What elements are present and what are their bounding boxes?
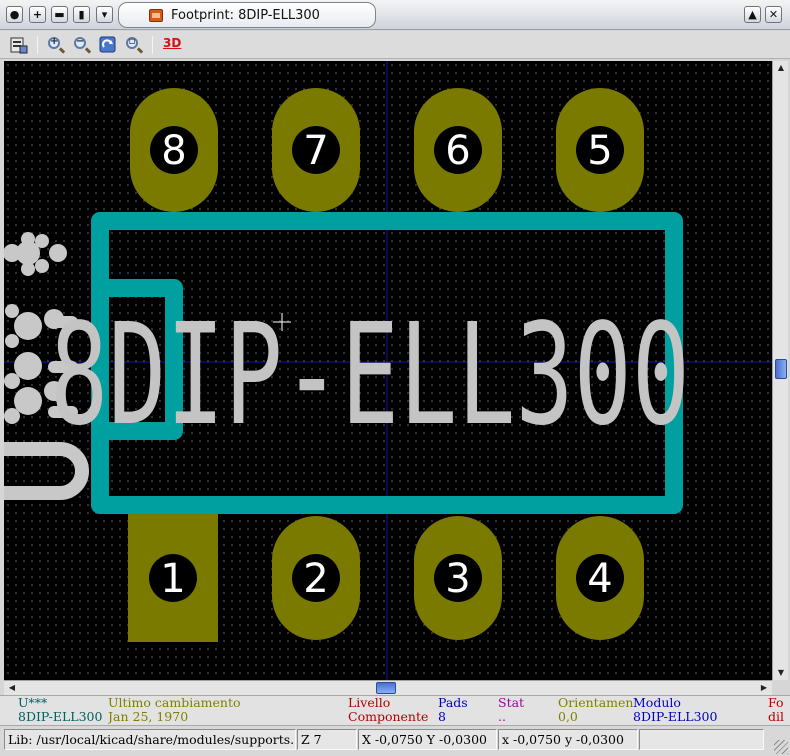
msg-layer-label: Livello xyxy=(348,696,391,710)
chevron-down-icon: ▾ xyxy=(101,8,108,21)
footprint-drawing: 8DIP-ELL300 8 7 6 5 1 2 3 4 xyxy=(4,61,772,680)
msg-module-value: 8DIP-ELL300 xyxy=(633,710,718,724)
zoom-out-button[interactable]: − xyxy=(72,35,91,54)
status-empty-field xyxy=(639,729,764,750)
toolbar: + − ▫ 3D xyxy=(0,31,790,59)
resize-grip-icon[interactable] xyxy=(774,740,788,754)
redraw-button[interactable] xyxy=(98,35,117,54)
window-menu-icon: ● xyxy=(9,8,20,21)
msg-reference-value: 8DIP-ELL300 xyxy=(18,710,103,724)
zoom-fit-button[interactable]: ▫ xyxy=(124,35,143,54)
pad-number-7: 7 xyxy=(303,128,328,174)
keep-above-icon: ▮ xyxy=(78,8,85,21)
keep-above-button[interactable]: ▮ xyxy=(73,6,90,23)
msg-last-change-label: Ultimo cambiamento xyxy=(108,696,241,710)
pad-number-1: 1 xyxy=(160,556,185,602)
status-relative-coords: x -0,0750 y -0,0300 xyxy=(498,729,638,750)
footprint-reference-text: 8DIP-ELL300 xyxy=(50,294,690,457)
pad-number-5: 5 xyxy=(587,128,612,174)
pad-number-2: 2 xyxy=(303,556,328,602)
status-absolute-coords: X -0,0750 Y -0,0300 xyxy=(358,729,497,750)
msg-reference-label: U*** xyxy=(18,696,48,710)
message-panel: U*** 8DIP-ELL300 Ultimo cambiamento Jan … xyxy=(0,695,790,725)
status-zoom: Z 7 xyxy=(297,729,357,750)
select-footprint-icon xyxy=(10,37,28,54)
msg-layer-value: Componente xyxy=(348,710,429,724)
close-button[interactable]: ✕ xyxy=(765,6,782,23)
msg-orientation-label: Orientamen xyxy=(558,696,633,710)
msg-orientation-value: 0,0 xyxy=(558,710,578,724)
shade-icon: ▬ xyxy=(54,8,65,21)
toolbar-separator xyxy=(152,36,153,54)
pads-bottom xyxy=(128,514,644,642)
msg-stat-label: Stat xyxy=(498,696,525,710)
plus-icon: + xyxy=(32,8,43,21)
msg-last-change-value: Jan 25, 1970 xyxy=(108,710,189,724)
close-icon: ✕ xyxy=(768,8,779,21)
msg-stat-value: .. xyxy=(498,710,506,724)
scroll-right-arrow-icon[interactable]: ▶ xyxy=(756,681,772,695)
zoom-fit-icon: ▫ xyxy=(126,36,138,49)
msg-pads-label: Pads xyxy=(438,696,468,710)
status-library-path: Lib: /usr/local/kicad/share/modules/supp… xyxy=(4,729,296,750)
redraw-icon xyxy=(99,36,116,53)
zoom-in-icon: + xyxy=(48,36,60,49)
toolbar-separator xyxy=(37,36,38,54)
scroll-left-arrow-icon[interactable]: ◀ xyxy=(4,681,20,695)
maximize-icon: ▲ xyxy=(748,8,757,21)
msg-pads-value: 8 xyxy=(438,710,446,724)
msg-module-label: Modulo xyxy=(633,696,681,710)
3d-view-button[interactable]: 3D xyxy=(163,36,182,55)
pad-number-4: 4 xyxy=(587,556,612,602)
vertical-scroll-thumb[interactable] xyxy=(775,359,787,379)
vertical-scrollbar[interactable]: ▲ ▼ xyxy=(772,61,788,680)
keep-below-button[interactable]: ▾ xyxy=(96,6,113,23)
shade-button[interactable]: ▬ xyxy=(51,6,68,23)
msg-footprint-value: dil xyxy=(768,710,784,724)
zoom-out-icon: − xyxy=(74,36,86,49)
horizontal-scrollbar[interactable]: ◀ ▶ xyxy=(4,680,772,695)
pad-number-3: 3 xyxy=(445,556,470,602)
scroll-up-arrow-icon[interactable]: ▲ xyxy=(773,61,789,75)
sticky-button[interactable]: + xyxy=(29,6,46,23)
footprint-canvas[interactable]: 8DIP-ELL300 8 7 6 5 1 2 3 4 xyxy=(4,61,772,680)
kicad-footprint-icon xyxy=(149,9,163,22)
window-title-tab[interactable]: Footprint: 8DIP-ELL300 xyxy=(118,2,376,28)
horizontal-scroll-thumb[interactable] xyxy=(376,682,396,694)
pad-number-8: 8 xyxy=(161,128,186,174)
msg-footprint-label: Fo xyxy=(768,696,784,710)
status-bar: Lib: /usr/local/kicad/share/modules/supp… xyxy=(0,725,790,756)
pad-number-6: 6 xyxy=(445,128,470,174)
window-menu-button[interactable]: ● xyxy=(6,6,23,23)
maximize-button[interactable]: ▲ xyxy=(744,6,761,23)
title-bar: ● + ▬ ▮ ▾ Footprint: 8DIP-ELL300 ▲ ✕ xyxy=(0,0,790,30)
select-footprint-button[interactable] xyxy=(9,35,28,54)
scroll-down-arrow-icon[interactable]: ▼ xyxy=(773,666,789,680)
zoom-in-button[interactable]: + xyxy=(46,35,65,54)
window-title: Footprint: 8DIP-ELL300 xyxy=(171,8,320,23)
